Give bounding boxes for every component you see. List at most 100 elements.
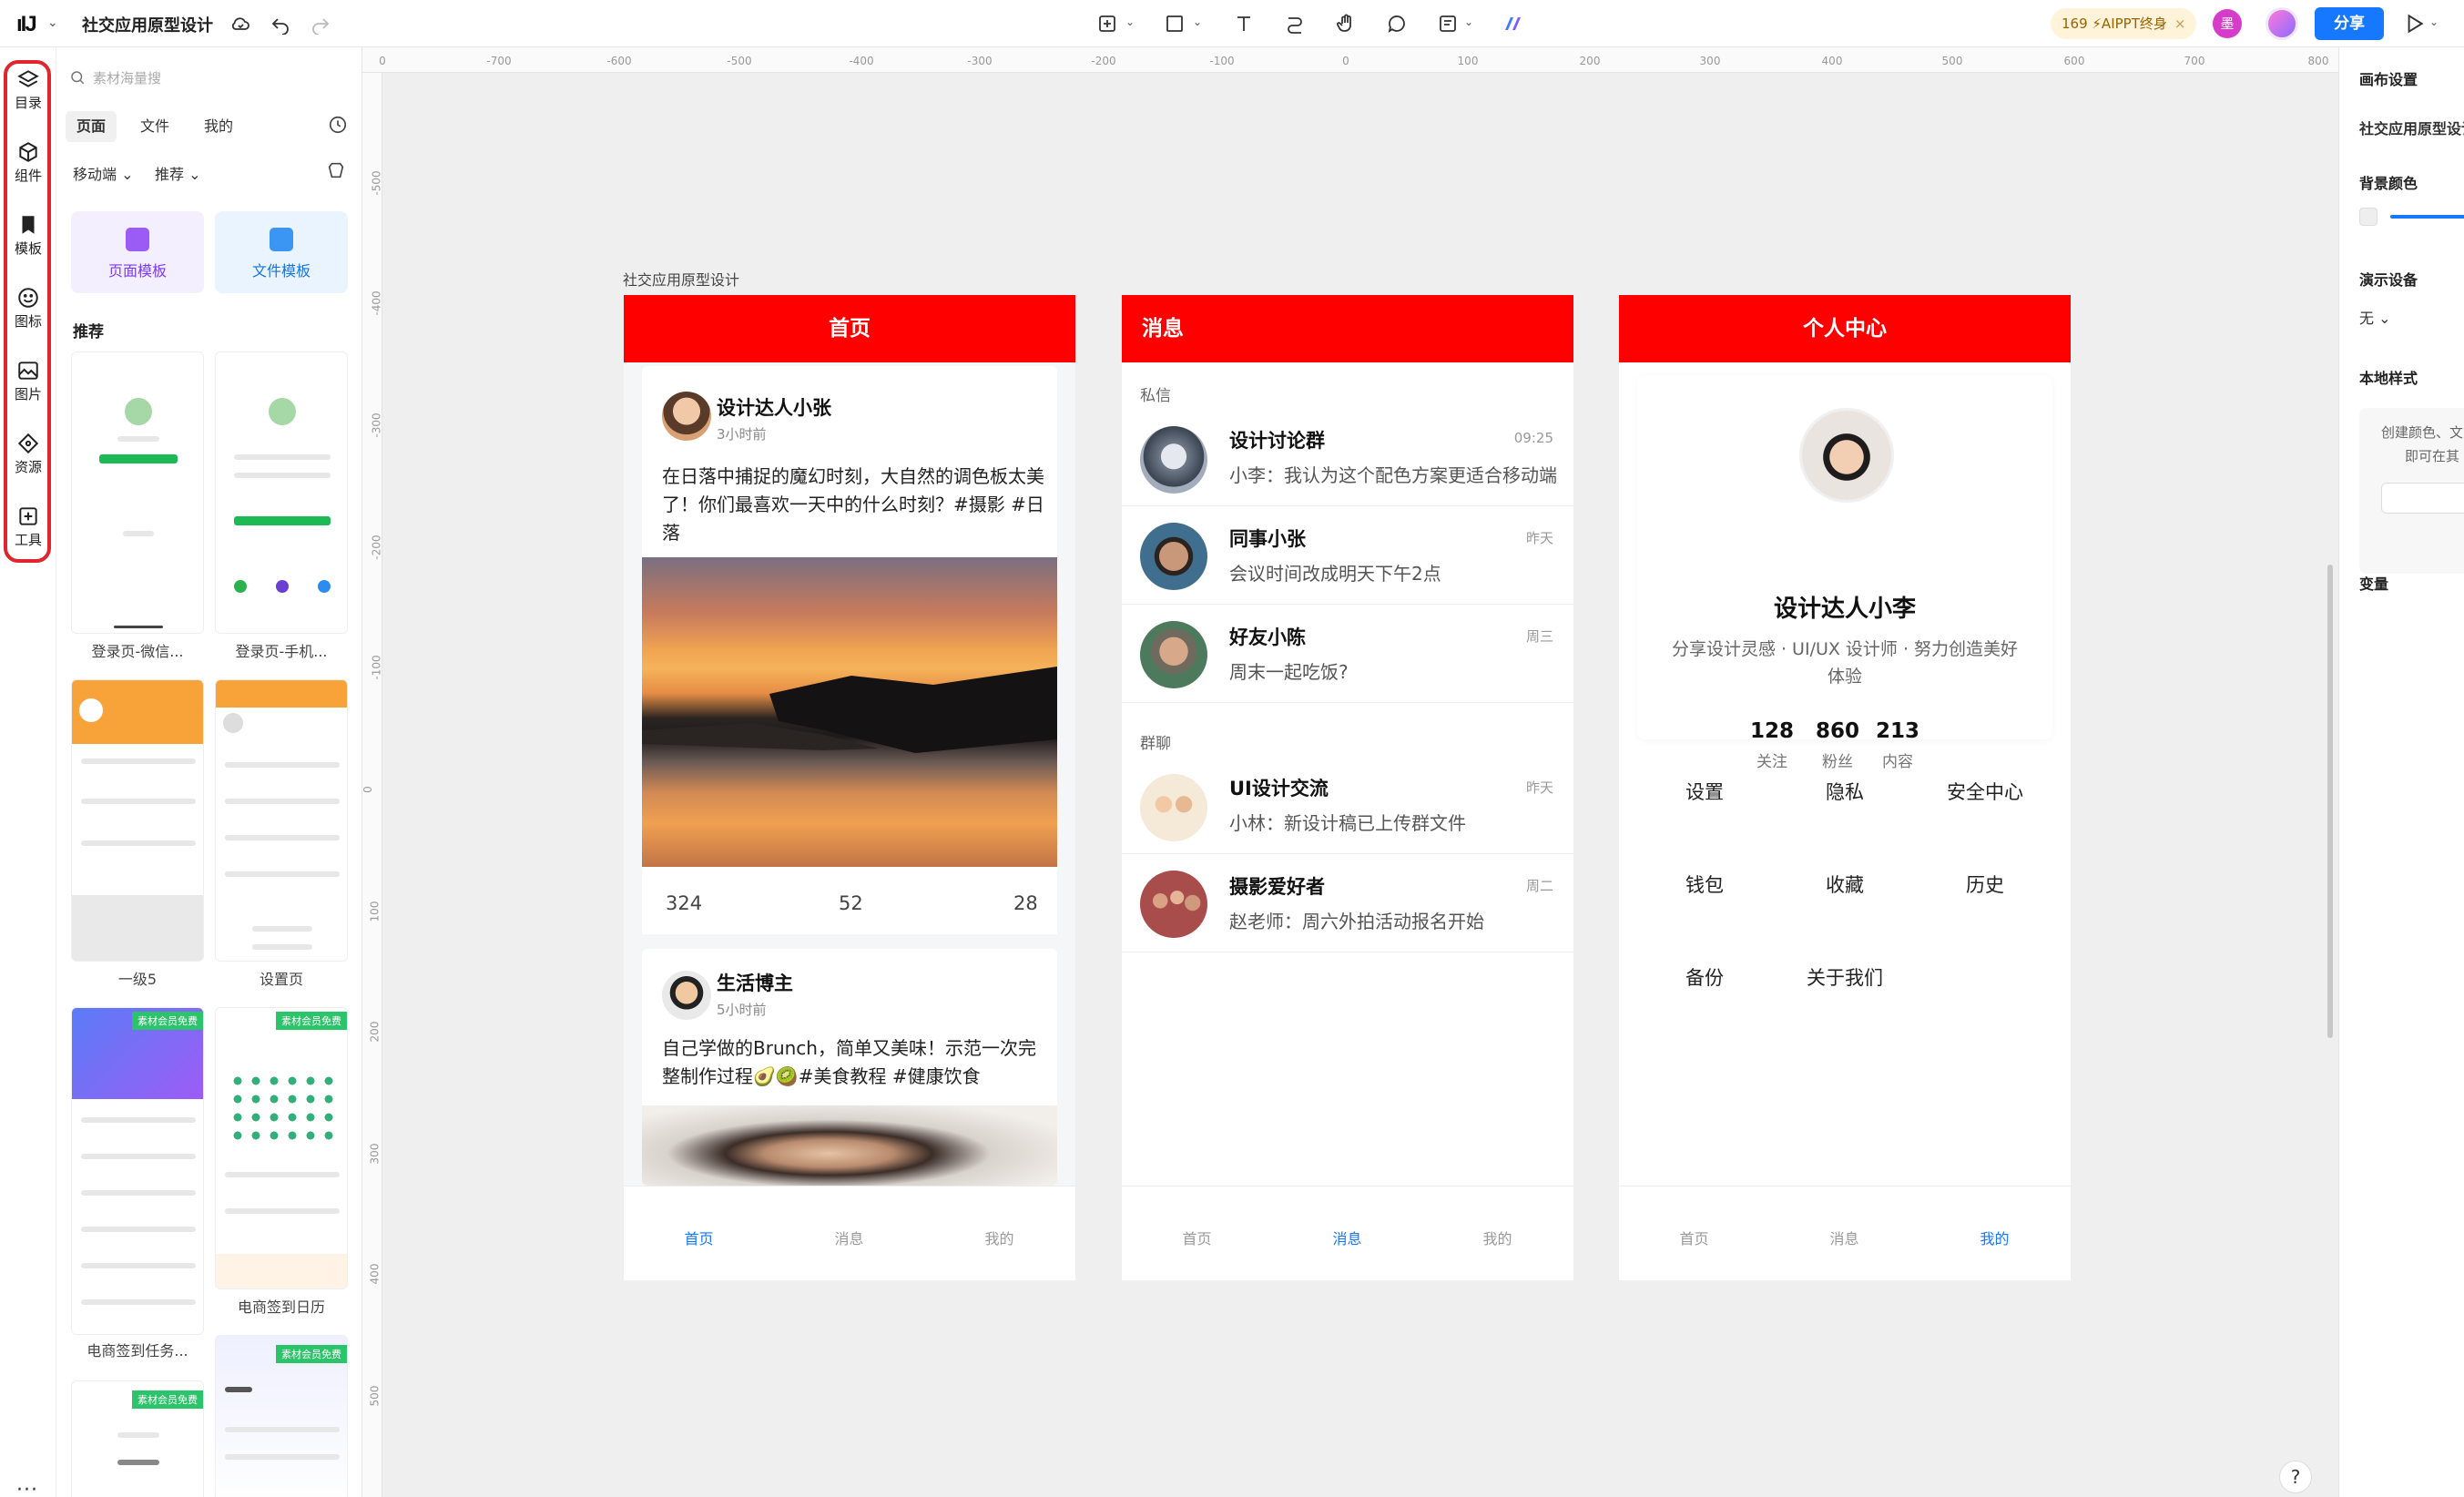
device-toggle-icon[interactable]	[326, 160, 346, 184]
undo-icon[interactable]	[268, 11, 293, 36]
phone-frame-messages[interactable]: 消息 私信 设计讨论群 09:25 小李：我认为这个配色方案更适合移动端 同事小…	[1122, 295, 1573, 1280]
platform-filter[interactable]: 移动端 ⌄	[73, 162, 134, 184]
file-template-card[interactable]: 文件模板	[215, 211, 348, 293]
comments-count[interactable]: 52	[839, 892, 863, 914]
template-thumb[interactable]	[215, 679, 348, 962]
bg-color-slider[interactable]	[2390, 215, 2464, 219]
menu-history[interactable]: 历史	[1912, 871, 2058, 898]
menu-wallet[interactable]: 钱包	[1632, 871, 1777, 898]
avatar[interactable]	[1140, 621, 1207, 688]
rail-item-tools[interactable]: 工具	[5, 504, 51, 549]
help-icon[interactable]: ?	[2279, 1461, 2312, 1493]
tabbar-me[interactable]: 我的	[924, 1227, 1074, 1248]
rail-item-resources[interactable]: 资源	[5, 432, 51, 476]
search-input[interactable]: 素材海量搜	[93, 68, 161, 87]
tab-files[interactable]: 文件	[129, 111, 180, 142]
rail-item-templates[interactable]: 模板	[5, 213, 51, 258]
bg-color-swatch[interactable]	[2359, 208, 2377, 226]
template-thumb[interactable]: 素材会员免费	[215, 1335, 348, 1497]
sort-filter[interactable]: 推荐 ⌄	[155, 162, 201, 184]
post-author[interactable]: 设计达人小张	[717, 393, 831, 421]
tab-mine[interactable]: 我的	[193, 111, 244, 142]
menu-security-center[interactable]: 安全中心	[1912, 778, 2058, 805]
rectangle-icon[interactable]	[1162, 11, 1187, 36]
chevron-down-icon[interactable]: ⌄	[1193, 15, 1202, 28]
template-thumb[interactable]: 素材会员免费	[71, 1007, 204, 1335]
rail-item-icons[interactable]: 图标	[5, 286, 51, 331]
chevron-down-icon[interactable]: ⌄	[1125, 15, 1135, 28]
frame-label[interactable]: 社交应用原型设计	[623, 268, 739, 290]
app-logo[interactable]: ıIJ	[16, 12, 37, 37]
template-thumb[interactable]: 素材会员免费	[215, 1007, 348, 1289]
ai-plugin-icon[interactable]	[1501, 11, 1526, 36]
avatar[interactable]	[1799, 408, 1894, 503]
share-button[interactable]: 分享	[2315, 7, 2384, 40]
note-icon[interactable]	[1435, 11, 1461, 36]
group-row[interactable]: UI设计交流 昨天 小林：新设计稿已上传群文件	[1122, 758, 1573, 854]
menu-backup[interactable]: 备份	[1632, 963, 1777, 991]
tabbar-me[interactable]: 我的	[1919, 1227, 2070, 1248]
tabbar-home[interactable]: 首页	[1122, 1227, 1272, 1248]
more-icon[interactable]: ···	[16, 1479, 38, 1497]
close-icon[interactable]: ×	[2174, 15, 2186, 32]
tabbar-messages[interactable]: 消息	[1769, 1227, 1919, 1248]
template-thumb[interactable]: 素材会员免费	[71, 1380, 204, 1497]
avatar[interactable]	[662, 971, 711, 1020]
brunch-photo[interactable]	[642, 1105, 1057, 1186]
tabbar-me[interactable]: 我的	[1422, 1227, 1573, 1248]
avatar[interactable]	[1140, 774, 1207, 841]
chevron-down-icon[interactable]: ⌄	[2429, 15, 2439, 28]
likes-count[interactable]: 324	[666, 892, 702, 914]
menu-settings[interactable]: 设置	[1632, 778, 1777, 805]
canvas-name[interactable]: 社交应用原型设计	[2359, 117, 2464, 138]
comment-icon[interactable]	[1384, 11, 1410, 36]
tabbar-home[interactable]: 首页	[1619, 1227, 1769, 1248]
search-box[interactable]: 素材海量搜	[69, 64, 342, 91]
rail-item-images[interactable]: 图片	[5, 359, 51, 403]
avatar[interactable]	[662, 392, 711, 441]
avatar[interactable]	[1140, 523, 1207, 590]
avatar[interactable]	[1140, 426, 1207, 494]
message-row[interactable]: 同事小张 昨天 会议时间改成明天下午2点	[1122, 508, 1573, 605]
rail-item-catalog[interactable]: 目录	[5, 67, 51, 112]
history-clock-icon[interactable]	[328, 115, 348, 138]
template-thumb[interactable]	[215, 351, 348, 634]
design-canvas[interactable]: 社交应用原型设计 首页 设计达人小张 3小时前 在日落中捕捉的魔幻时刻，大自然的…	[382, 73, 2338, 1497]
menu-favorites[interactable]: 收藏	[1772, 871, 1918, 898]
aippt-promo-badge[interactable]: 169 ⚡AIPPT终身 ×	[2051, 8, 2197, 39]
cloud-sync-icon[interactable]	[228, 11, 253, 36]
frame-add-icon[interactable]	[1095, 11, 1120, 36]
connector-icon[interactable]	[1282, 11, 1308, 36]
redo-icon[interactable]	[308, 11, 333, 36]
stat-posts[interactable]: 213 内容	[1861, 719, 1934, 771]
message-row[interactable]: 设计讨论群 09:25 小李：我认为这个配色方案更适合移动端	[1122, 410, 1573, 506]
menu-about-us[interactable]: 关于我们	[1772, 963, 1918, 991]
page-template-card[interactable]: 页面模板	[71, 211, 204, 293]
avatar[interactable]	[2265, 7, 2298, 40]
post-author[interactable]: 生活博主	[717, 969, 793, 996]
rail-item-components[interactable]: 组件	[5, 140, 51, 185]
document-title[interactable]: 社交应用原型设计	[82, 13, 213, 36]
feed-post[interactable]: 生活博主 5小时前 自己学做的Brunch，简单又美味！示范一次完整制作过程🥑🥝…	[642, 949, 1057, 1186]
tabbar-home[interactable]: 首页	[624, 1227, 774, 1248]
shares-count[interactable]: 28	[1013, 892, 1038, 914]
template-thumb[interactable]	[71, 679, 204, 962]
template-thumb[interactable]	[71, 351, 204, 634]
canvas-scrollbar[interactable]	[2327, 565, 2333, 1038]
menu-privacy[interactable]: 隐私	[1772, 778, 1918, 805]
sunset-photo[interactable]	[642, 557, 1057, 867]
phone-frame-profile[interactable]: 个人中心 设计达人小李 分享设计灵感 · UI/UX 设计师 · 努力创造美好体…	[1619, 295, 2071, 1280]
avatar[interactable]	[1140, 871, 1207, 938]
hand-tool-icon[interactable]	[1333, 11, 1359, 36]
create-style-button[interactable]	[2381, 483, 2464, 514]
group-row[interactable]: 摄影爱好者 周二 赵老师：周六外拍活动报名开始	[1122, 856, 1573, 952]
user-badge[interactable]: 墨	[2213, 9, 2242, 38]
chevron-down-icon[interactable]: ⌄	[1464, 15, 1473, 28]
present-play-icon[interactable]	[2402, 12, 2426, 39]
feed-post[interactable]: 设计达人小张 3小时前 在日落中捕捉的魔幻时刻，大自然的调色板太美了！你们最喜欢…	[642, 366, 1057, 876]
tabbar-messages[interactable]: 消息	[774, 1227, 924, 1248]
tabbar-messages[interactable]: 消息	[1272, 1227, 1422, 1248]
device-select[interactable]: 无 ⌄	[2359, 306, 2391, 328]
stat-following[interactable]: 128 关注	[1736, 719, 1808, 771]
chevron-down-icon[interactable]: ⌄	[47, 15, 58, 30]
